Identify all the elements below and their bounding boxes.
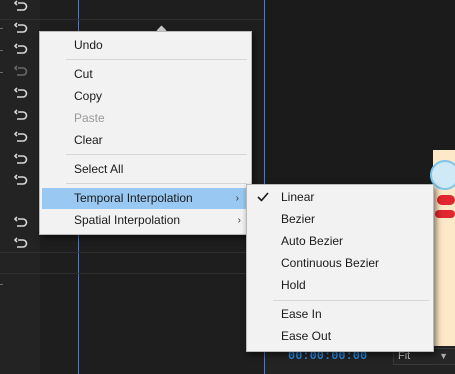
- context-menu: Undo Cut Copy Paste Clear Select All Tem…: [39, 31, 252, 235]
- row-divider: [0, 273, 264, 274]
- reset-icon[interactable]: [14, 174, 28, 188]
- menu-separator: [66, 59, 247, 60]
- submenu-item-auto-bezier[interactable]: Auto Bezier: [247, 231, 433, 252]
- menu-item-label: Paste: [74, 111, 105, 125]
- submenu-item-label: Ease In: [281, 307, 322, 321]
- menu-item-label: Spatial Interpolation: [74, 213, 181, 227]
- strip-tick: [0, 284, 3, 285]
- menu-item-label: Select All: [74, 162, 124, 176]
- reset-icon: [14, 65, 28, 79]
- row-divider: [0, 19, 264, 20]
- menu-item-spatial-interpolation[interactable]: Spatial Interpolation ›: [40, 210, 251, 231]
- reset-icon[interactable]: [14, 237, 28, 251]
- strip-tick: [0, 50, 3, 51]
- submenu-item-label: Continuous Bezier: [281, 256, 380, 270]
- reset-icon[interactable]: [14, 109, 28, 123]
- menu-item-label: Undo: [74, 38, 103, 52]
- reset-icon[interactable]: [14, 0, 28, 14]
- menu-separator: [273, 300, 429, 301]
- video-red-graphic: [437, 195, 455, 205]
- submenu-item-label: Auto Bezier: [281, 234, 344, 248]
- menu-item-paste: Paste: [40, 108, 251, 129]
- effect-controls-column: [0, 0, 40, 374]
- check-icon: [257, 192, 269, 202]
- menu-separator: [66, 183, 247, 184]
- reset-icon[interactable]: [14, 43, 28, 57]
- submenu-item-label: Bezier: [281, 212, 316, 226]
- submenu-item-linear[interactable]: Linear: [247, 187, 433, 208]
- menu-separator: [66, 154, 247, 155]
- menu-item-select-all[interactable]: Select All: [40, 159, 251, 180]
- menu-item-temporal-interpolation[interactable]: Temporal Interpolation ›: [42, 188, 249, 209]
- submenu-item-label: Ease Out: [281, 329, 332, 343]
- submenu-item-ease-in[interactable]: Ease In: [247, 304, 433, 325]
- reset-icon[interactable]: [14, 22, 28, 36]
- strip-tick: [0, 28, 3, 29]
- menu-item-label: Temporal Interpolation: [74, 191, 193, 205]
- menu-item-cut[interactable]: Cut: [40, 64, 251, 85]
- reset-icon[interactable]: [14, 153, 28, 167]
- reset-icon[interactable]: [14, 131, 28, 145]
- chevron-right-icon: ›: [237, 215, 241, 226]
- video-red-graphic: [435, 210, 455, 218]
- submenu-item-label: Linear: [281, 190, 315, 204]
- submenu-item-label: Hold: [281, 278, 306, 292]
- submenu-item-bezier[interactable]: Bezier: [247, 209, 433, 230]
- row-divider: [0, 252, 264, 253]
- chevron-down-icon: ▼: [439, 351, 448, 361]
- submenu-item-continuous-bezier[interactable]: Continuous Bezier: [247, 253, 433, 274]
- menu-item-copy[interactable]: Copy: [40, 86, 251, 107]
- interpolation-submenu: Linear Bezier Auto Bezier Continuous Bez…: [246, 184, 434, 352]
- menu-item-clear[interactable]: Clear: [40, 130, 251, 151]
- menu-item-undo[interactable]: Undo: [40, 35, 251, 56]
- chevron-right-icon: ›: [235, 193, 239, 204]
- submenu-item-ease-out[interactable]: Ease Out: [247, 326, 433, 347]
- submenu-item-hold[interactable]: Hold: [247, 275, 433, 296]
- menu-item-label: Cut: [74, 67, 93, 81]
- menu-item-label: Clear: [74, 133, 103, 147]
- reset-icon[interactable]: [14, 87, 28, 101]
- menu-item-label: Copy: [74, 89, 103, 103]
- strip-tick: [0, 72, 3, 73]
- reset-icon[interactable]: [14, 216, 28, 230]
